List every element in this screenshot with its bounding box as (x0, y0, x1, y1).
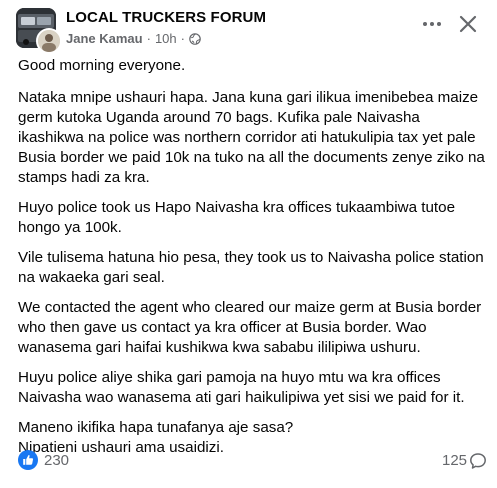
like-reaction-button[interactable] (18, 450, 38, 470)
meta-separator: · (146, 31, 151, 46)
post-header: LOCAL TRUCKERS FORUM Jane Kamau · 10h · (0, 0, 497, 54)
comment-button[interactable] (469, 452, 487, 470)
like-count[interactable]: 230 (44, 452, 69, 469)
like-reaction-icon (18, 450, 38, 470)
group-name-link[interactable]: LOCAL TRUCKERS FORUM (66, 9, 266, 26)
post-paragraph: Vile tulisema hatuna hio pesa, they took… (18, 249, 484, 286)
close-button[interactable] (456, 12, 480, 36)
post-paragraph: Huyu police aliye shika gari pamoja na h… (18, 369, 465, 406)
close-icon (459, 15, 477, 33)
globe-icon (189, 32, 201, 45)
meta-separator-2: · (180, 31, 185, 46)
comment-count[interactable]: 125 (442, 452, 467, 469)
post-meta: Jane Kamau · 10h · (66, 31, 201, 46)
post-paragraph: Good morning everyone. (18, 57, 186, 74)
post-paragraph: We contacted the agent who cleared our m… (18, 299, 482, 356)
author-avatar[interactable] (36, 28, 62, 54)
post-timestamp[interactable]: 10h (155, 31, 177, 46)
more-options-button[interactable] (420, 12, 444, 36)
more-options-icon (423, 22, 441, 26)
post-paragraph: Huyo police took us Hapo Naivasha kra of… (18, 199, 456, 236)
author-name-link[interactable]: Jane Kamau (66, 31, 143, 46)
author-avatar-image (38, 30, 60, 52)
post-footer: 230 125 (0, 446, 497, 476)
post-paragraph: Nataka mnipe ushauri hapa. Jana kuna gar… (18, 89, 485, 186)
post-body: Good morning everyone. Nataka mnipe usha… (18, 56, 488, 468)
comment-icon (470, 453, 486, 469)
